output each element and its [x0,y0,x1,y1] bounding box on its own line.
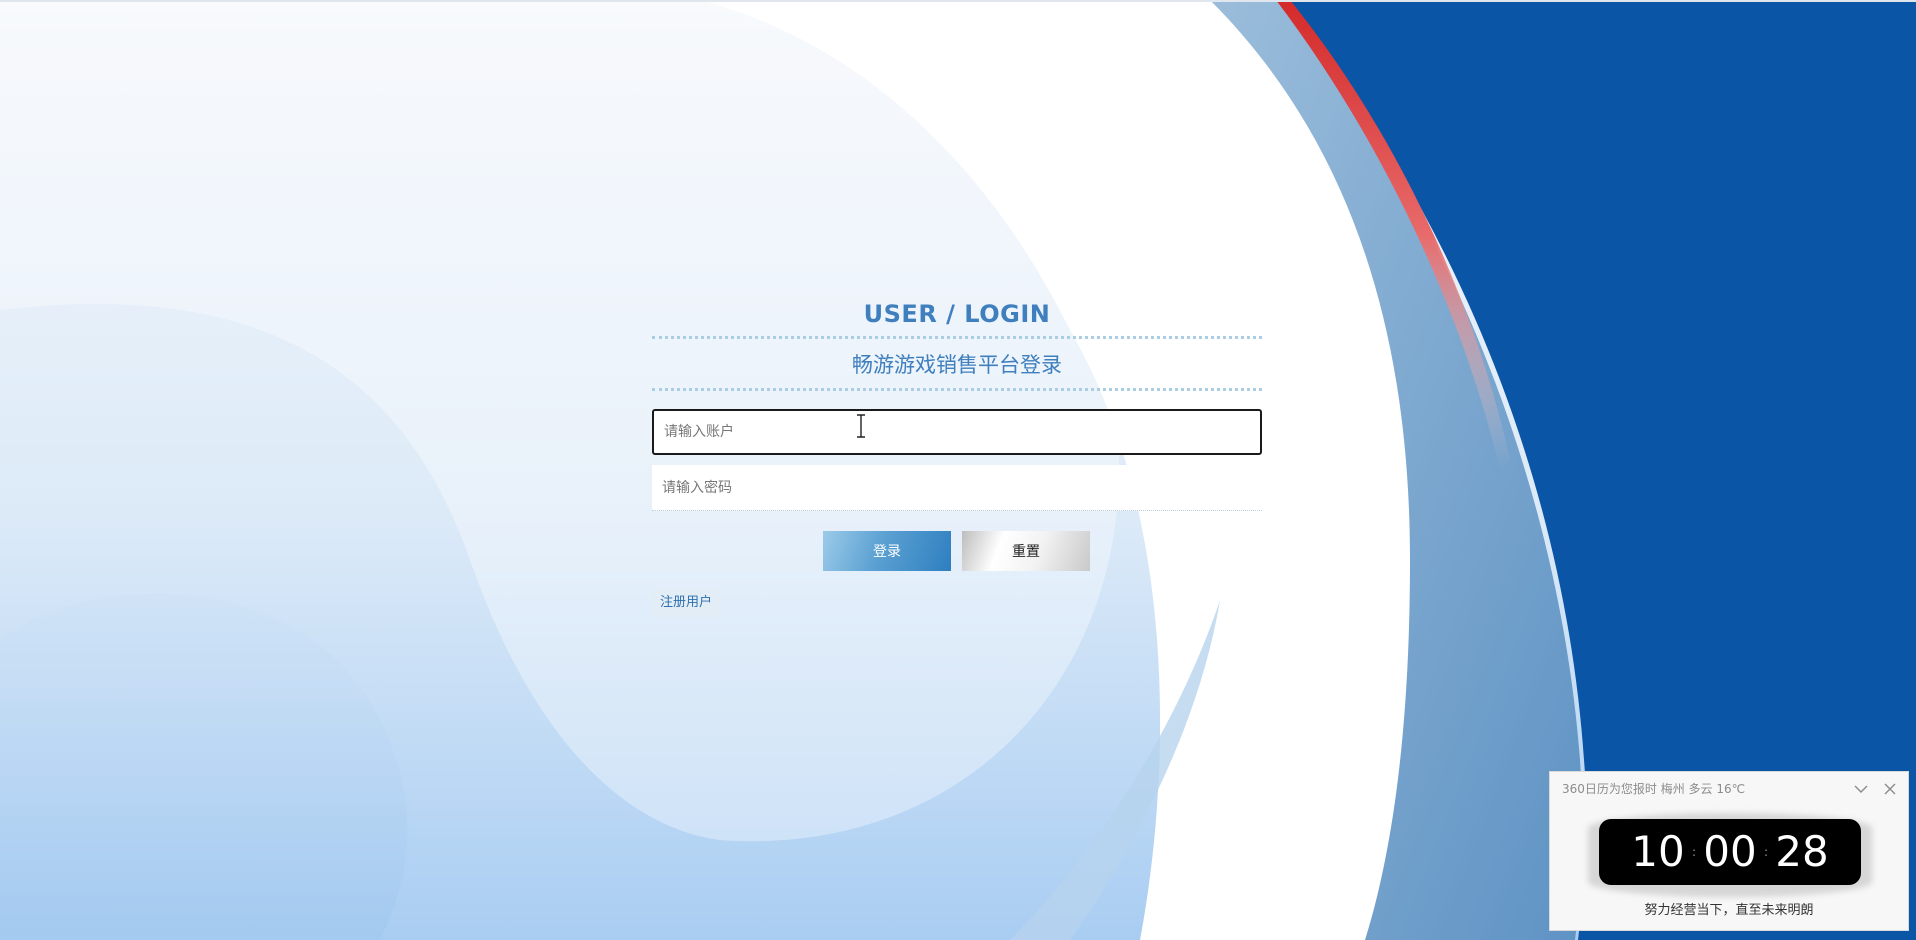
account-input[interactable] [652,409,1262,455]
subtitle-divider [652,388,1262,391]
login-title: USER / LOGIN [863,300,1051,328]
digital-clock: 10 : 00 : 28 [1599,819,1861,885]
login-panel: USER / LOGIN 畅游游戏销售平台登录 登录 重置 注册用户 [652,296,1262,617]
password-input[interactable] [652,465,1262,511]
widget-controls [1847,779,1900,799]
clock-minutes: 00 [1703,827,1757,876]
login-button[interactable]: 登录 [823,531,951,571]
calendar-clock-widget: 360日历为您报时 梅州 多云 16℃ 10 : 00 : 28 努力经营当下，… [1549,771,1909,931]
widget-weather-header: 360日历为您报时 梅州 多云 16℃ [1562,782,1746,796]
reset-button[interactable]: 重置 [962,531,1090,571]
platform-login-subtitle: 畅游游戏销售平台登录 [852,353,1062,377]
collapse-button[interactable] [1851,779,1871,799]
widget-motto: 努力经营当下，直至未来明朗 [1644,903,1814,918]
clock-hours: 10 [1631,827,1685,876]
action-buttons: 登录 重置 [652,531,1262,571]
clock-seconds: 28 [1775,827,1829,876]
clock-colon: : [1763,845,1769,859]
text-cursor-icon [857,414,865,438]
close-icon [1884,783,1896,795]
title-divider [652,336,1262,339]
clock-colon: : [1691,845,1697,859]
chevron-down-icon [1854,785,1868,793]
register-user-link[interactable]: 注册用户 [652,589,721,617]
close-button[interactable] [1880,779,1900,799]
